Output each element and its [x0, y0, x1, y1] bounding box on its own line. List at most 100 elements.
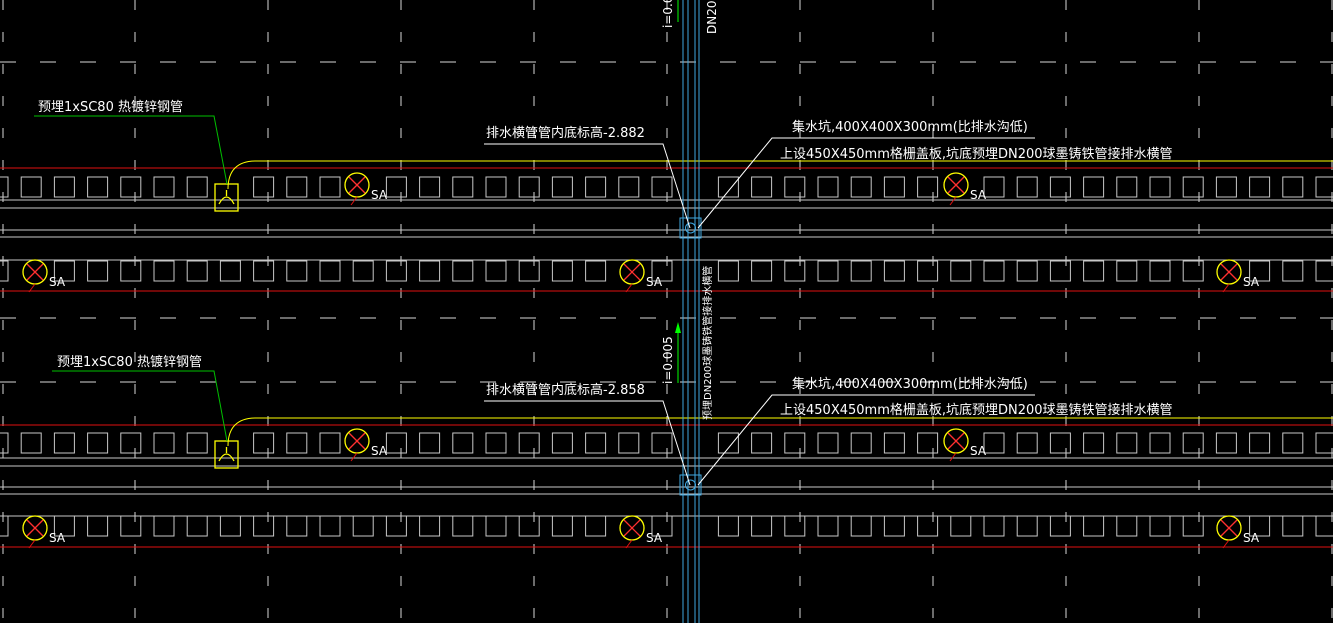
grating-square [452, 432, 474, 454]
grating-square [87, 432, 109, 454]
grating-square [651, 432, 673, 454]
grating-square [186, 432, 208, 454]
grating-square [87, 515, 109, 537]
grating-square [20, 432, 42, 454]
grating-square [153, 176, 175, 198]
grating-square [1116, 176, 1138, 198]
grating-square [186, 260, 208, 282]
grating-square [1083, 432, 1105, 454]
grating-square [883, 515, 905, 537]
lower-outlet-elevation-label: 排水横管管内底标高-2.858 [486, 382, 645, 398]
grating-square [253, 515, 275, 537]
grating-square [120, 176, 142, 198]
grating-square [618, 432, 640, 454]
grating-square [1016, 176, 1038, 198]
grating-square [1249, 432, 1271, 454]
grating-square [917, 260, 939, 282]
grating-square [87, 260, 109, 282]
grating-square [385, 176, 407, 198]
grating-square [253, 432, 275, 454]
grating-square [352, 515, 374, 537]
sump-outlet-circle [685, 479, 696, 491]
grating-square [286, 515, 308, 537]
grating-square [452, 260, 474, 282]
cad-drawing-canvas[interactable]: SA SA SA SA SA SA SA SA SA SA 预埋1xSC80 热镀锌钢管 排水横管… [0, 0, 1333, 623]
grating-square [319, 176, 341, 198]
grating-square [1049, 176, 1071, 198]
grating-square [850, 515, 872, 537]
grating-square [784, 515, 806, 537]
grating-square [1083, 176, 1105, 198]
grating-square [751, 432, 773, 454]
grating-square [518, 176, 540, 198]
grating-square [53, 176, 75, 198]
grating-square [485, 432, 507, 454]
sa-tail-line [949, 196, 957, 206]
grating-square [1083, 515, 1105, 537]
sa-tail-line [949, 452, 957, 462]
grating-square [1182, 260, 1204, 282]
yellow-conduit-line [227, 417, 1333, 447]
grating-square [751, 176, 773, 198]
grating-square [784, 260, 806, 282]
grating-square [120, 260, 142, 282]
grating-square [1315, 515, 1333, 537]
grating-square [850, 176, 872, 198]
sa-label: SA [1243, 275, 1260, 289]
grating-square [485, 515, 507, 537]
grating-square [253, 176, 275, 198]
sa-symbols: SA SA SA SA SA SA SA SA SA SA [22, 172, 1260, 549]
grating-square [717, 176, 739, 198]
grating-square [1182, 176, 1204, 198]
grating-square [585, 260, 607, 282]
grating-square [585, 515, 607, 537]
grating-square [153, 260, 175, 282]
grating-square [1315, 432, 1333, 454]
sa-label: SA [1243, 531, 1260, 545]
grating-square [585, 432, 607, 454]
outlet-elevation-leader [484, 400, 691, 486]
grating-square [319, 432, 341, 454]
grating-square [1016, 515, 1038, 537]
grating-square [983, 176, 1005, 198]
grating-square [120, 515, 142, 537]
sa-label: SA [49, 275, 66, 289]
grating-square [850, 260, 872, 282]
embed-pipe-leader [34, 115, 228, 185]
sa-label: SA [371, 188, 388, 202]
grating-square [518, 260, 540, 282]
grating-square [485, 260, 507, 282]
grating-square [1049, 515, 1071, 537]
grating-square [651, 176, 673, 198]
grating-square [1282, 432, 1304, 454]
grating-square [917, 432, 939, 454]
grating-square [1282, 515, 1304, 537]
grating-square [219, 260, 241, 282]
lower-sump-label-line1: 集水坑,400X400X300mm(比排水沟低) [792, 376, 1028, 392]
yellow-conduit-line [227, 160, 1333, 190]
sa-label: SA [970, 444, 987, 458]
grating-square [286, 176, 308, 198]
grating-square [419, 260, 441, 282]
grating-square [419, 515, 441, 537]
grating-square [1315, 260, 1333, 282]
grating-square [253, 260, 275, 282]
grating-square [1116, 515, 1138, 537]
grating-square [286, 432, 308, 454]
grating-square [452, 176, 474, 198]
grating-square [319, 260, 341, 282]
grating-square [883, 176, 905, 198]
grating-square [717, 260, 739, 282]
grating-square [950, 260, 972, 282]
grating-square [286, 260, 308, 282]
grating-square [784, 432, 806, 454]
grating-square [1249, 176, 1271, 198]
grating-square [485, 176, 507, 198]
lower-embed-pipe-label: 预埋1xSC80 热镀锌钢管 [57, 354, 202, 370]
grating-square [1049, 260, 1071, 282]
grating-square [784, 176, 806, 198]
grating-square [817, 176, 839, 198]
grating-square [518, 432, 540, 454]
sa-label: SA [970, 188, 987, 202]
grating-square [917, 515, 939, 537]
